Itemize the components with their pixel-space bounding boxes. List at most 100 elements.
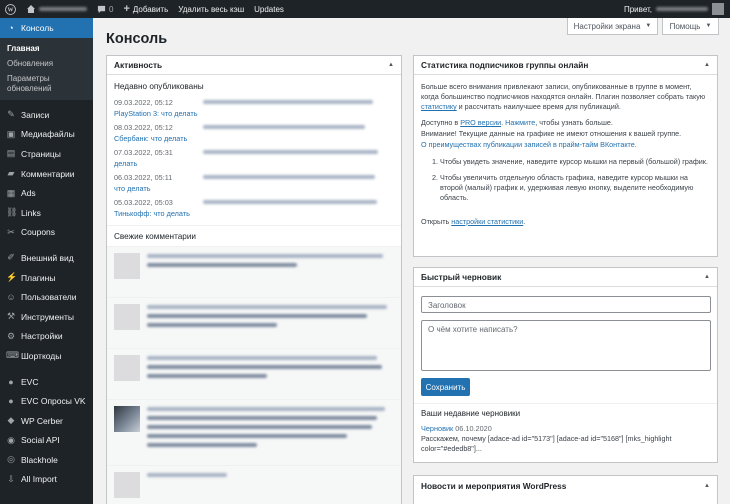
menu-console[interactable]: ◔ Консоль	[0, 18, 93, 38]
wordpress-logo-icon[interactable]: W	[0, 0, 21, 18]
menu-ads[interactable]: ▦ Ads	[0, 183, 93, 203]
brush-icon: ✐	[7, 252, 15, 263]
menu-blackhole[interactable]: ◎ Blackhole	[0, 450, 93, 470]
media-icon: ▣	[6, 128, 16, 139]
draft-excerpt: Расскажем, почему [adace-ad id="5173"] […	[421, 434, 672, 454]
menu-users[interactable]: ☺ Пользователи	[0, 287, 93, 307]
home-icon	[27, 5, 35, 13]
published-link[interactable]: Сбербанк: что делать	[114, 134, 394, 143]
wrench-icon: ⚒	[6, 311, 16, 322]
menu-label: Страницы	[21, 148, 61, 159]
caret-up-icon[interactable]: ▲	[704, 274, 710, 280]
menu-tools[interactable]: ⚒ Инструменты	[0, 307, 93, 327]
draft-link[interactable]: Черновик	[421, 424, 453, 433]
menu-pages[interactable]: ▤ Страницы	[0, 144, 93, 164]
screen-options-button[interactable]: Настройки экрана ▼	[567, 18, 658, 35]
menu-media[interactable]: ▣ Медиафайлы	[0, 125, 93, 145]
caret-up-icon[interactable]: ▲	[704, 483, 710, 489]
menu-evc-polls[interactable]: ● EVC Опросы VK	[0, 391, 93, 411]
submenu-updates[interactable]: Обновления	[0, 56, 93, 71]
avatar	[114, 304, 140, 330]
published-item: 07.03.2022, 05:31 делать	[107, 147, 401, 172]
draft-item: Черновик 06.10.2020	[421, 424, 492, 433]
menu-settings[interactable]: ⚙ Настройки	[0, 327, 93, 347]
users-icon: ☺	[6, 292, 16, 303]
menu-links[interactable]: ⛓ Links	[0, 203, 93, 223]
caret-up-icon[interactable]: ▲	[704, 62, 710, 68]
caret-up-icon[interactable]: ▲	[388, 62, 394, 68]
recent-comments-title: Свежие комментарии	[114, 232, 196, 241]
draft-date: 06.10.2020	[455, 424, 492, 433]
avatar	[114, 355, 140, 381]
comment-icon	[97, 5, 106, 13]
menu-plugins[interactable]: ⚡ Плагины	[0, 268, 93, 288]
published-item: 09.03.2022, 05:12 PlayStation 3: что дел…	[107, 97, 401, 122]
submenu-update-settings[interactable]: Параметры обновлений	[0, 71, 93, 96]
menu-appearance[interactable]: ✐ Внешний вид	[0, 248, 93, 268]
pro-suffix: , чтобы узнать больше.	[535, 118, 613, 128]
add-new-link[interactable]: + Добавить	[118, 0, 173, 18]
advantages-paragraph: О преимуществах публикации записей в пра…	[414, 139, 717, 150]
pro-notice: Доступно в PRO версии. Нажмите, чтобы уз…	[414, 112, 717, 128]
menu-social-api[interactable]: ◉ Social API	[0, 431, 93, 451]
published-link[interactable]: Тинькофф: что делать	[114, 209, 394, 218]
open-suffix: .	[523, 216, 526, 226]
screen-options-label: Настройки экрана	[573, 21, 641, 31]
poll-icon: ●	[8, 396, 14, 407]
menu-label: Links	[21, 207, 41, 218]
blackhole-icon: ◎	[7, 454, 15, 465]
plugin-icon: ⚡	[6, 272, 18, 283]
quick-draft-header[interactable]: Быстрый черновик ▲	[414, 268, 717, 287]
menu-console-label: Консоль	[21, 23, 54, 33]
recent-published-title: Недавно опубликованы	[114, 82, 204, 91]
coupon-icon: ✂	[7, 226, 15, 237]
activity-widget: Активность ▲ Недавно опубликованы 09.03.…	[106, 55, 402, 504]
menu-evc[interactable]: ● EVC	[0, 372, 93, 392]
menu-all-import[interactable]: ⇩ All Import	[0, 470, 93, 490]
user-account-menu[interactable]: Привет,	[624, 3, 730, 15]
submenu-home[interactable]: Главная	[0, 41, 93, 56]
pro-prefix: Доступно в	[421, 118, 461, 128]
quick-draft-widget: Быстрый черновик ▲ Заголовок О чём хотит…	[413, 267, 718, 463]
menu-shortcodes[interactable]: ⌨ Шорткоды	[0, 346, 93, 366]
statistics-settings-link[interactable]: настройки статистики	[451, 217, 523, 226]
menu-coupons[interactable]: ✂ Coupons	[0, 223, 93, 243]
admin-bar: W 0 + Добавить Удалить весь кэш Updates …	[0, 0, 730, 18]
clear-cache-link[interactable]: Удалить весь кэш	[173, 0, 249, 18]
published-link[interactable]: что делать	[114, 184, 394, 193]
comments-link[interactable]: 0	[92, 0, 118, 18]
statistics-link[interactable]: статистику	[421, 102, 457, 111]
help-button[interactable]: Помощь ▼	[662, 18, 719, 35]
stats-note: Внимание! Текущие данные на графике не и…	[421, 129, 682, 139]
caret-down-icon: ▼	[705, 23, 712, 29]
wordpress-news-widget: Новости и мероприятия WordPress ▲	[413, 475, 718, 504]
menu-label: All Import	[21, 474, 57, 485]
news-header[interactable]: Новости и мероприятия WordPress ▲	[414, 476, 717, 495]
page-icon: ▤	[6, 148, 16, 159]
menu-label: Ads	[21, 188, 36, 199]
menu-label: Инструменты	[21, 311, 75, 322]
menu-wp-cerber[interactable]: ◆ WP Cerber	[0, 411, 93, 431]
draft-title-input[interactable]: Заголовок	[421, 296, 711, 313]
menu-label: Шорткоды	[21, 350, 62, 361]
site-name-link[interactable]	[21, 0, 92, 18]
stats-steps: Чтобы увидеть значение, наведите курсор …	[414, 150, 717, 202]
menu-posts[interactable]: ✎ Записи	[0, 105, 93, 125]
menu-comments[interactable]: ▰ Комментарии	[0, 164, 93, 184]
pro-version-link[interactable]: PRO версии	[460, 118, 501, 127]
updates-link[interactable]: Updates	[249, 0, 289, 18]
published-link[interactable]: PlayStation 3: что делать	[114, 109, 394, 118]
stats-header[interactable]: Статистика подписчиков группы онлайн ▲	[414, 56, 717, 75]
comment-item	[107, 465, 401, 504]
admin-sidebar: ◔ Консоль Главная Обновления Параметры о…	[0, 18, 93, 504]
published-link[interactable]: делать	[114, 159, 394, 168]
activity-header[interactable]: Активность ▲	[107, 56, 401, 75]
links-icon: ⛓	[6, 207, 18, 218]
evc-icon: ●	[8, 376, 14, 387]
draft-content-textarea[interactable]: О чём хотите написать?	[421, 320, 711, 371]
step-item: Чтобы увидеть значение, наведите курсор …	[440, 157, 710, 167]
save-draft-button[interactable]: Сохранить	[421, 378, 470, 396]
advantages-link[interactable]: О преимуществах публикации записей в пра…	[421, 140, 637, 149]
click-here-link[interactable]: Нажмите	[505, 118, 535, 127]
menu-label: Social API	[21, 435, 60, 446]
